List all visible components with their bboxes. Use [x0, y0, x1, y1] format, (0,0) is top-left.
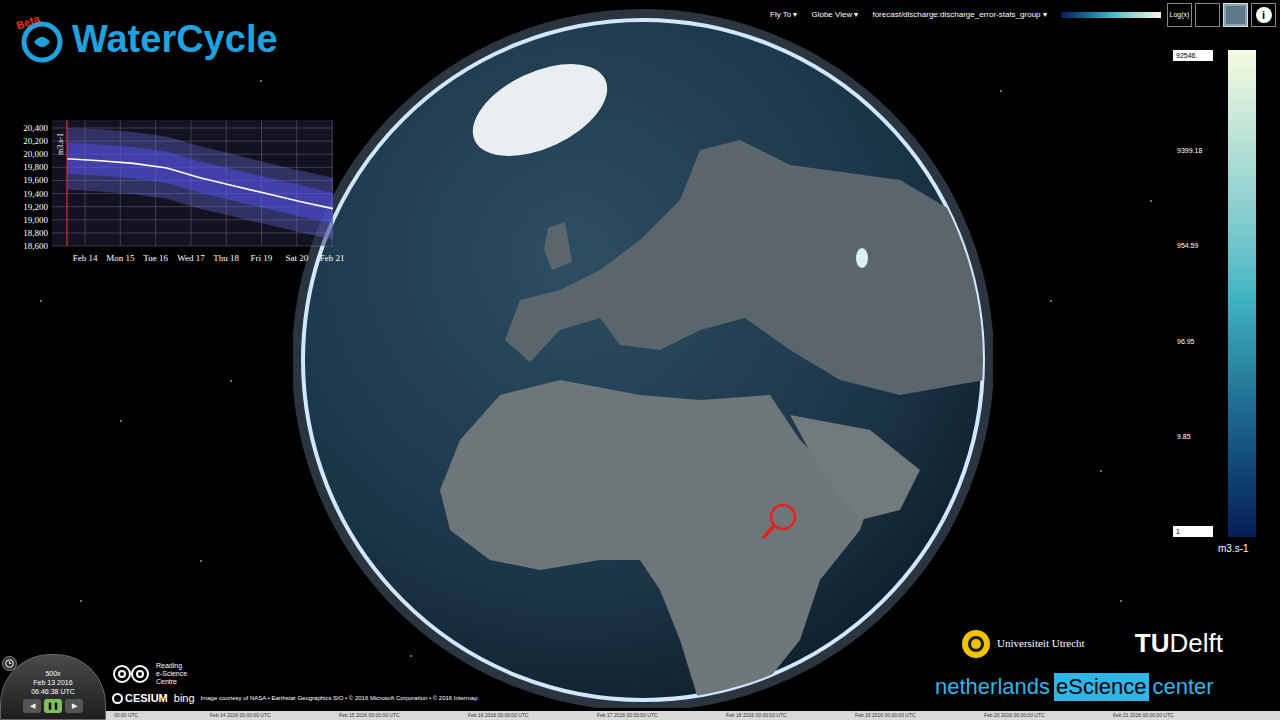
utrecht-logo: Universiteit Utrecht	[961, 629, 1085, 659]
logo-mark: Beta	[14, 14, 68, 64]
credits: Readinge-ScienceCentre CESIUM bing Image co…	[112, 662, 478, 707]
chart-unit: m3.s-1	[56, 133, 65, 155]
star	[200, 560, 202, 562]
escience-logo: netherlandseSciencecenter	[935, 673, 1265, 701]
inner-band	[67, 142, 333, 223]
cesium-logo: CESIUM	[112, 690, 168, 707]
beta-badge: Beta	[14, 10, 42, 34]
timeline-label: Feb 15 2016 00:00:00 UTC	[339, 712, 468, 720]
legend-labels: 92546. 9399.18 954.59 96.95 9.85 1	[1173, 50, 1213, 537]
x-tick: Feb 21	[320, 253, 345, 263]
star	[230, 380, 232, 382]
legend-tick: 954.59	[1173, 240, 1213, 251]
clock-speed: 500x	[45, 669, 60, 678]
location-marker-icon[interactable]	[764, 505, 795, 537]
y-tick: 20,000	[23, 149, 48, 159]
reading-escience-logo: Readinge-ScienceCentre	[112, 662, 478, 686]
clock-icon	[5, 659, 14, 668]
colorscale-bar	[1061, 12, 1161, 18]
playback-button[interactable]: ▶	[65, 699, 83, 713]
outer-band	[67, 128, 333, 239]
legend-tick: 9.85	[1173, 431, 1213, 442]
timeline-label: Feb 17 2016 00:00:00 UTC	[597, 712, 726, 720]
timeline-label: Feb 18 2016 00:00:00 UTC	[726, 712, 855, 720]
x-tick: Feb 14	[73, 253, 98, 263]
x-tick: Wed 17	[177, 253, 205, 263]
star	[1000, 90, 1002, 92]
timeline-label: Feb 20 2016 00:00:00 UTC	[984, 712, 1113, 720]
clock-mode-button[interactable]	[2, 656, 17, 671]
y-tick: 19,000	[23, 215, 48, 225]
timeline-label: Feb 14 2016 00:00:00 UTC	[210, 712, 339, 720]
toolbar-menu[interactable]: Globe View ▾	[811, 9, 858, 21]
x-tick: Thu 18	[213, 253, 239, 263]
y-tick: 18,600	[23, 241, 48, 251]
map-thumbnail-icon	[1226, 6, 1245, 24]
app: 20,400 20,200 20,000 19,800 19,600 19,400 19,2…	[0, 0, 1280, 720]
clock-date: Feb 13 2016	[33, 678, 72, 687]
y-tick: 19,600	[23, 175, 48, 185]
blank-button[interactable]	[1195, 3, 1220, 27]
info-button[interactable]: i	[1251, 3, 1276, 27]
app-title: WaterCycle	[72, 20, 278, 58]
legend-max-field[interactable]: 92546.	[1173, 50, 1213, 61]
tudelft-logo: TUDelft	[1135, 624, 1223, 663]
legend-min-field[interactable]: 1	[1173, 526, 1213, 537]
caspian-lake	[856, 248, 868, 268]
y-tick: 19,400	[23, 189, 48, 199]
star	[1120, 600, 1122, 602]
star	[120, 420, 122, 422]
credit-text: Image courtesy of NASA • Earthstar Geogr…	[201, 694, 478, 703]
timeline[interactable]: 00:00 UTCFeb 14 2016 00:00:00 UTCFeb 15 …	[100, 711, 1280, 720]
discharge-chart: 20,400 20,200 20,000 19,800 19,600 19,400 19,2…	[15, 115, 345, 265]
x-tick: Tue 16	[143, 253, 168, 263]
star	[410, 655, 412, 657]
y-tick: 18,800	[23, 228, 48, 238]
view-buttons: Log(x) i	[1167, 3, 1276, 27]
star	[40, 300, 42, 302]
y-tick: 20,400	[23, 123, 48, 133]
x-tick: Mon 15	[106, 253, 135, 263]
arabia-land	[790, 415, 920, 520]
star	[1150, 200, 1152, 202]
x-tick: Fri 19	[251, 253, 273, 263]
uk-land	[544, 222, 572, 270]
star	[1050, 300, 1052, 302]
globe[interactable]	[293, 8, 993, 708]
map-button[interactable]	[1223, 3, 1248, 27]
sun-icon	[961, 629, 991, 659]
legend-unit: m3.s-1	[1218, 541, 1249, 556]
toolbar: Fly To ▾ Globe View ▾ forecast/discharge:d…	[770, 9, 1161, 21]
legend-tick: 9399.18	[1173, 145, 1213, 156]
timeline-label: Feb 21 2016 00:00:00 UTC	[1113, 712, 1242, 720]
median-line	[67, 159, 333, 209]
star	[80, 600, 82, 602]
greenland-ice	[459, 45, 622, 175]
playback-button[interactable]: ❚❚	[44, 699, 62, 713]
legend-tick: 96.95	[1173, 336, 1213, 347]
star	[260, 80, 262, 82]
y-tick: 19,800	[23, 162, 48, 172]
timeline-label: 00:00 UTC	[100, 712, 210, 720]
current-time-line	[66, 120, 67, 246]
clock-time: 06:46:38 UTC	[31, 687, 75, 696]
toolbar-menu[interactable]: forecast/discharge:discharge_error-stats…	[872, 9, 1046, 21]
bing-logo: bing	[174, 690, 195, 707]
toolbar-menu[interactable]: Fly To ▾	[770, 9, 797, 21]
log-button[interactable]: Log(x)	[1167, 3, 1192, 27]
playback-button[interactable]: ◀	[23, 699, 41, 713]
y-tick: 19,200	[23, 202, 48, 212]
legend: 92546. 9399.18 954.59 96.95 9.85 1	[1173, 50, 1256, 537]
partners: Universiteit Utrecht TUDelft netherlandseS…	[935, 624, 1265, 701]
legend-gradient	[1228, 50, 1256, 537]
y-tick: 20,200	[23, 136, 48, 146]
spiral-icon	[112, 663, 152, 685]
europe-land	[505, 140, 985, 395]
timeline-label: Feb 19 2016 00:00:00 UTC	[855, 712, 984, 720]
star	[1100, 470, 1102, 472]
app-logo: BetaWaterCycle	[14, 14, 278, 64]
timeline-label: Feb 16 2016 00:00:00 UTC	[468, 712, 597, 720]
x-tick: Sat 20	[285, 253, 308, 263]
